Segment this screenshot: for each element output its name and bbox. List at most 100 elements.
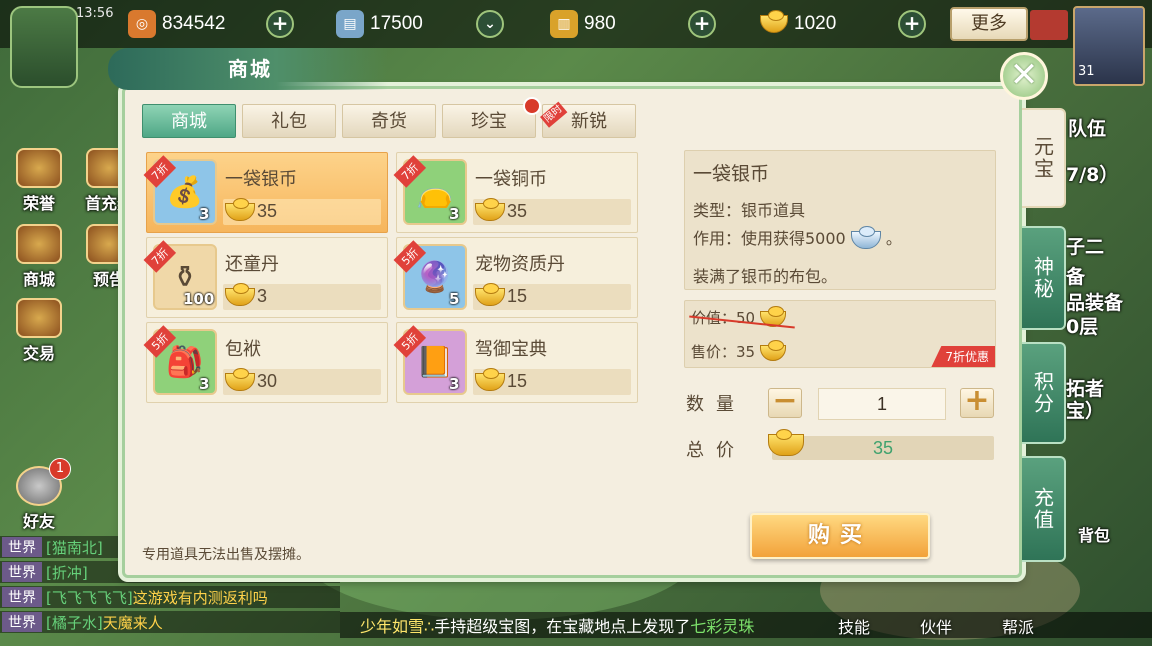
gold-scroll-icon: ▥ [550, 10, 578, 38]
price-box: 价值：50 售价：35 7折优惠 [684, 300, 996, 368]
detail-effect: 作用：使用获得5000 。 [693, 225, 902, 249]
silver-note-icon: ▤ [336, 10, 364, 38]
ticker-item: 七彩灵珠 [690, 617, 755, 636]
chat-channel: 世界 [2, 587, 42, 607]
tab-points[interactable]: 积分 [1022, 342, 1066, 444]
buy-button[interactable]: 购买 [750, 513, 930, 559]
tab-label: 珍宝 [471, 111, 507, 132]
chat-line[interactable]: 世界 [飞飞飞飞飞] 这游戏有内测返利吗 [0, 586, 340, 608]
chat-sender: [折冲] [46, 563, 88, 582]
add-ingot-button[interactable]: + [898, 10, 926, 38]
tab-gift-pack[interactable]: 礼包 [242, 104, 336, 138]
price-value: 3 [257, 286, 268, 306]
item-quantity: 3 [449, 205, 460, 223]
copper-coin-icon: ◎ [128, 10, 156, 38]
close-icon: ✕ [1009, 55, 1039, 95]
discount-badge: 7折优惠 [931, 346, 995, 367]
item-price: 30 [223, 368, 381, 395]
trade-icon [16, 298, 62, 338]
quantity-stepper: 数量 − 1 + [686, 386, 996, 420]
quest-text: 0层 [1066, 316, 1099, 338]
tab-new[interactable]: 限时 新锐 [540, 101, 636, 138]
item-price: 15 [473, 368, 631, 395]
ticker-player: 少年如雪∴ [360, 617, 435, 636]
copper-value: 834542 [162, 13, 226, 34]
item-detail: 一袋银币 类型：银币道具 作用：使用获得5000 。 装满了银币的布包。 [684, 150, 996, 290]
item-price: 35 [473, 198, 631, 225]
more-button[interactable]: 更多 [950, 7, 1028, 41]
gold-ingot-icon [475, 198, 505, 221]
quest-text: 子二 [1066, 236, 1105, 258]
gold-ingot-icon [225, 368, 255, 391]
price-value: 35 [257, 201, 278, 221]
chat-channel: 世界 [2, 562, 42, 582]
add-copper-button[interactable]: + [266, 10, 294, 38]
tab-label: 礼包 [271, 111, 307, 132]
gold-ingot-icon [475, 283, 505, 306]
ticker-text: 手持超级宝图，在宝藏地点上发现了 [434, 617, 691, 636]
shop-tabs: 商城 礼包 奇货 珍宝 限时 新锐 [142, 97, 636, 138]
guild-button[interactable]: 帮派 [1002, 614, 1034, 638]
chat-sender: [飞飞飞飞飞] [46, 588, 133, 607]
sale-price: 售价：35 [691, 339, 786, 362]
gold-ingot-icon [475, 368, 505, 391]
item-name: 一袋银币 [225, 169, 297, 190]
item-name: 驾御宝典 [475, 339, 547, 360]
sale-price-text: 售价：35 [691, 343, 756, 361]
quantity-label: 数量 [686, 394, 746, 415]
item-card[interactable]: 🔮 5折 5 宠物资质丹 15 [393, 237, 638, 318]
expand-silver-button[interactable]: ⌄ [476, 10, 504, 38]
side-item-trade[interactable]: 交易 [4, 298, 74, 364]
resource-scroll: ▥ 980 [550, 8, 616, 40]
tab-ingot[interactable]: 元宝 [1022, 108, 1066, 208]
resource-silver: ▤ 17500 [336, 8, 423, 40]
silver-value: 17500 [370, 13, 423, 34]
item-card[interactable]: 👝 7折 3 一袋铜币 35 [393, 152, 638, 233]
side-item-label: 商城 [22, 270, 55, 289]
tab-label: 元宝 [1030, 136, 1055, 180]
panel-title: 商城 [108, 48, 388, 90]
tab-label: 积分 [1030, 371, 1055, 415]
price-value: 35 [507, 201, 528, 221]
partners-button[interactable]: 伙伴 [920, 614, 952, 638]
gold-ingot-icon [225, 198, 255, 221]
increase-button[interactable]: + [960, 386, 994, 418]
tab-mystery[interactable]: 神秘 [1022, 226, 1066, 330]
tab-treasure[interactable]: 珍宝 [442, 97, 541, 138]
tab-label: 神秘 [1030, 256, 1055, 300]
quantity-input[interactable]: 1 [818, 388, 946, 420]
item-card[interactable]: 📙 5折 3 驾御宝典 15 [393, 322, 638, 403]
minus-icon: − [772, 383, 798, 418]
tab-label: 商城 [171, 111, 207, 132]
side-item-shop[interactable]: 商城 [4, 224, 74, 290]
chat-line[interactable]: 世界 [橘子水] 天魔来人 [0, 611, 340, 633]
item-quantity: 100 [183, 290, 215, 308]
gold-ingot-icon [225, 283, 255, 306]
honor-icon [16, 148, 62, 188]
silver-ingot-icon [850, 225, 881, 249]
quest-text: 品装备 [1066, 292, 1124, 314]
detail-type: 类型：银币道具 [693, 201, 806, 220]
decrease-button[interactable]: − [768, 386, 802, 418]
total-value: 35 [872, 438, 894, 458]
tab-label: 新锐 [571, 111, 607, 132]
detail-description: 装满了银币的布包。 [693, 267, 838, 286]
tab-recharge[interactable]: 充值 [1022, 456, 1066, 562]
tab-shop[interactable]: 商城 [142, 104, 236, 138]
item-name: 还童丹 [225, 254, 279, 275]
side-item-honor[interactable]: 荣誉 [4, 148, 74, 214]
item-card[interactable]: ⚱ 7折 100 还童丹 3 [143, 237, 388, 318]
event-tab[interactable] [1030, 10, 1068, 40]
map-mountain-icon[interactable] [10, 6, 78, 88]
item-card[interactable]: 🎒 5折 3 包袱 30 [143, 322, 388, 403]
clock: 13:56 [76, 6, 114, 21]
skills-button[interactable]: 技能 [838, 614, 870, 638]
item-card[interactable]: 💰 7折 3 一袋银币 35 [143, 152, 388, 233]
quest-text: 宝） [1066, 400, 1105, 422]
notification-dot [523, 97, 541, 115]
avatar-level: 31 [1078, 64, 1095, 79]
tab-rare-goods[interactable]: 奇货 [342, 104, 436, 138]
bag-button[interactable]: 背包 [1078, 522, 1110, 546]
add-scroll-button[interactable]: + [688, 10, 716, 38]
close-button[interactable]: ✕ [1000, 52, 1048, 100]
